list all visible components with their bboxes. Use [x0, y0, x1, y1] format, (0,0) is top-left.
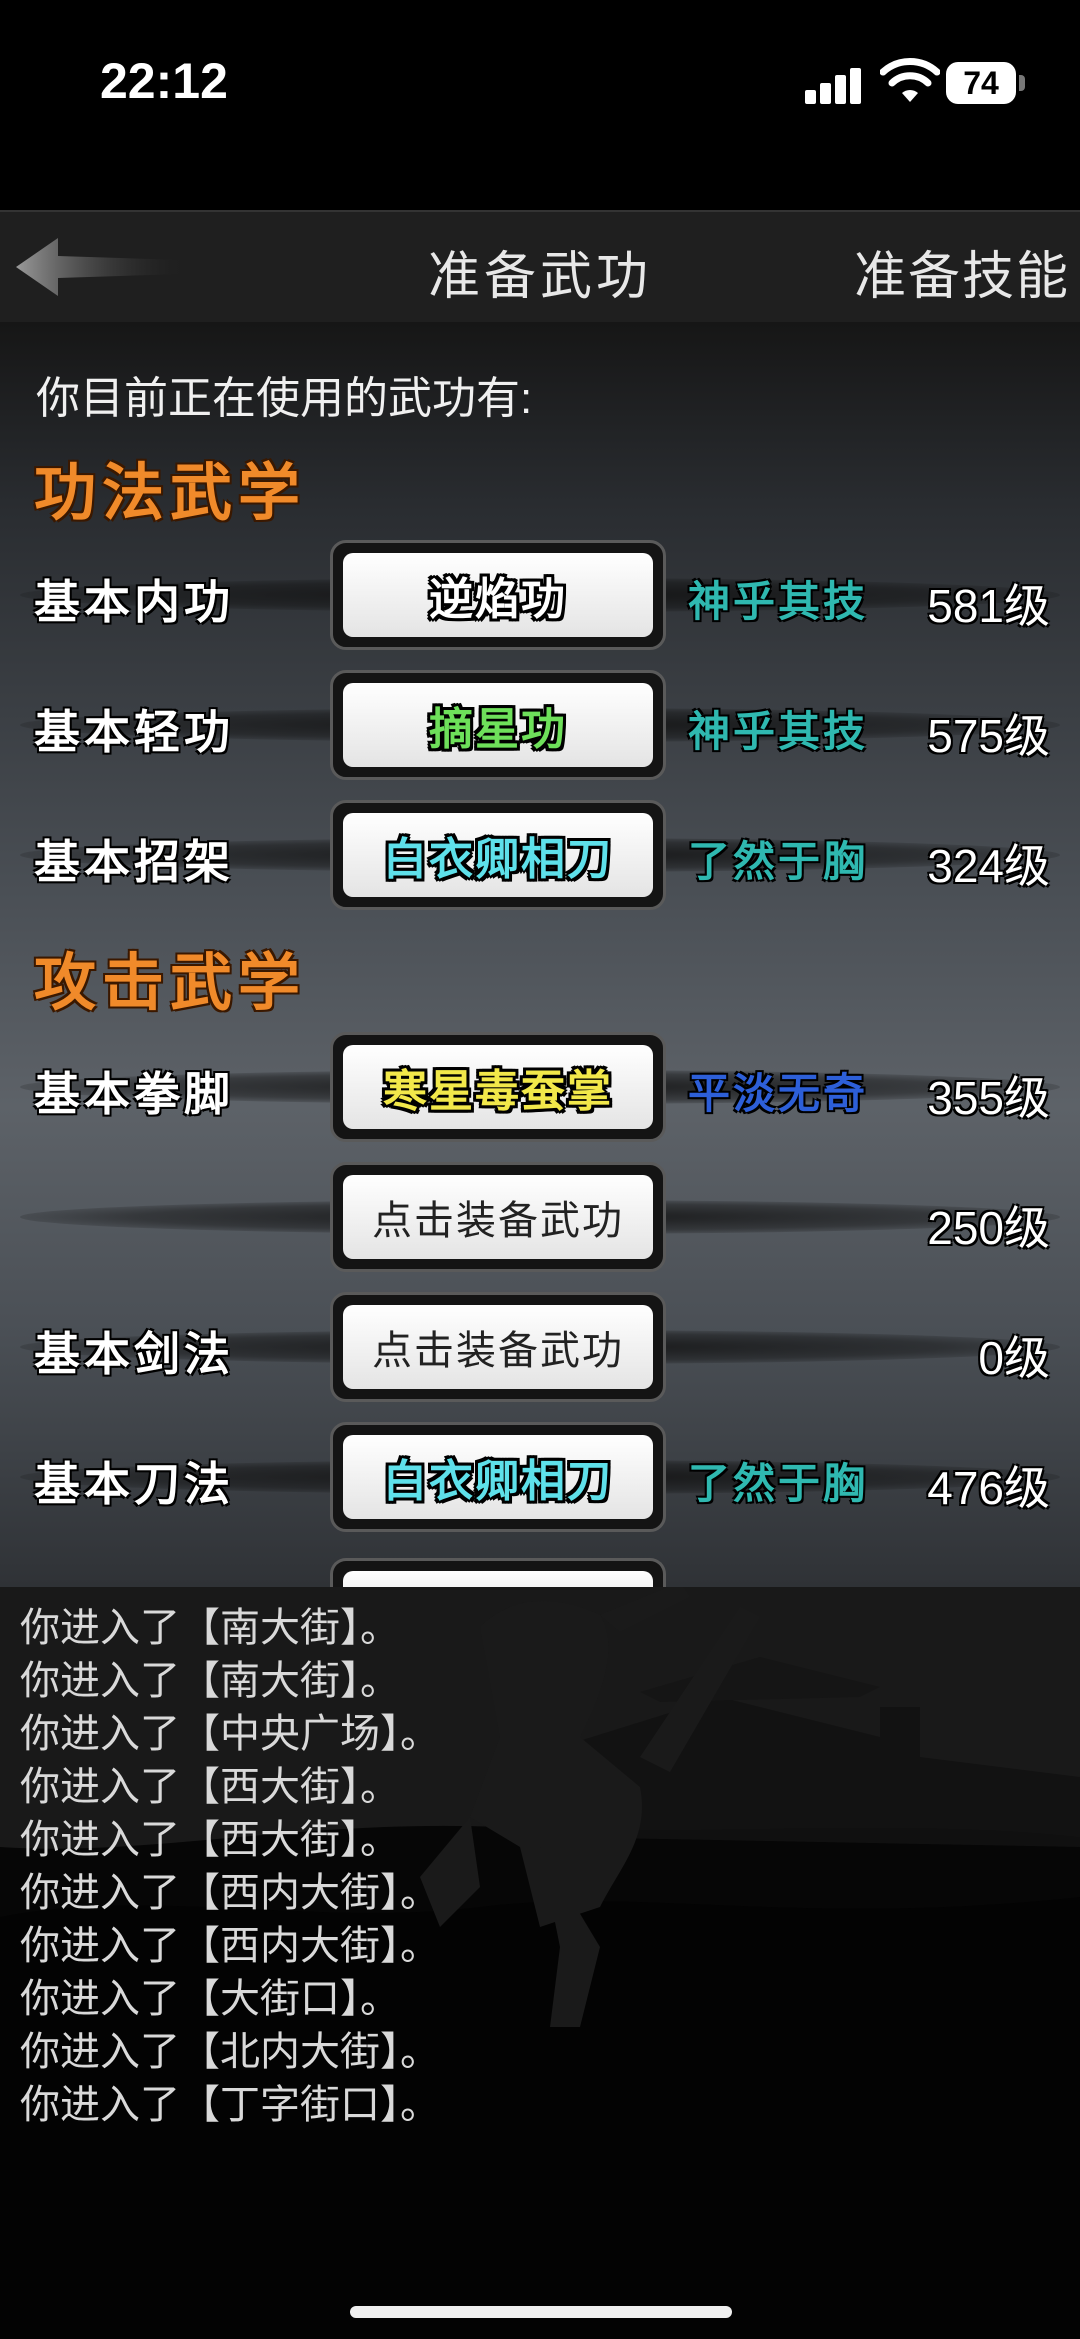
skill-button[interactable]: 白衣卿相刀: [330, 800, 666, 910]
battery-icon: 74: [946, 62, 1016, 104]
equipped-martial-arts-panel: 你目前正在使用的武功有: 功法武学 基本内功 逆焰功 神乎其技 581级 基本轻…: [0, 322, 1080, 1587]
skill-level: 250级: [927, 1202, 1050, 1254]
wifi-icon: [880, 58, 940, 102]
log-entry: 你进入了【中央广场】。: [20, 1712, 440, 1756]
section-title-attack: 攻击武学: [34, 946, 307, 1019]
log-entry: 你进入了【西大街】。: [20, 1818, 400, 1862]
slot-label: 基本剑法: [34, 1327, 234, 1381]
skill-button[interactable]: 逆焰功: [330, 540, 666, 650]
log-entry: 你进入了【西内大街】。: [20, 1871, 440, 1915]
log-entry: 你进入了【北内大街】。: [20, 2030, 440, 2074]
skill-rank: 神乎其技: [688, 577, 869, 626]
partial-skill-button[interactable]: [330, 1558, 666, 1587]
skill-level: 581级: [927, 580, 1050, 632]
log-entry: 你进入了【南大街】。: [20, 1606, 400, 1650]
skill-name: 白衣卿相刀: [383, 1456, 613, 1507]
skill-level: 476级: [927, 1462, 1050, 1514]
skill-level: 0级: [978, 1332, 1050, 1384]
slot-row: 点击装备武功 250级: [0, 1162, 1080, 1272]
section-title-internal: 功法武学: [34, 456, 307, 529]
slot-row: 基本剑法 点击装备武功 0级: [0, 1292, 1080, 1402]
skill-name: 逆焰功: [429, 574, 567, 625]
slot-label: 基本刀法: [34, 1457, 234, 1511]
battery-level: 74: [963, 65, 999, 101]
skill-name: 摘星功: [429, 704, 567, 755]
skill-button[interactable]: 白衣卿相刀: [330, 1422, 666, 1532]
skill-rank: 神乎其技: [688, 707, 869, 756]
battery-tip: [1019, 75, 1025, 91]
skill-name: 白衣卿相刀: [383, 834, 613, 885]
skill-level: 324级: [927, 840, 1050, 892]
status-bar: 22:12 74: [0, 0, 1080, 170]
skill-rank: 了然于胸: [688, 837, 869, 886]
slot-row: 基本刀法 白衣卿相刀 了然于胸 476级: [0, 1422, 1080, 1532]
skill-level: 575级: [927, 710, 1050, 762]
skill-name: 寒星毒蚕掌: [383, 1066, 613, 1117]
slot-row: 基本招架 白衣卿相刀 了然于胸 324级: [0, 800, 1080, 910]
log-entry: 你进入了【西大街】。: [20, 1765, 400, 1809]
message-log[interactable]: 你进入了【南大街】。 你进入了【南大街】。 你进入了【中央广场】。 你进入了【西…: [0, 1587, 1080, 2339]
slot-row: 基本拳脚 寒星毒蚕掌 平淡无奇 355级: [0, 1032, 1080, 1142]
log-entry: 你进入了【大街口】。: [20, 1977, 400, 2021]
skill-rank: 了然于胸: [688, 1459, 869, 1508]
skill-button[interactable]: 寒星毒蚕掌: [330, 1032, 666, 1142]
status-time: 22:12: [100, 53, 228, 109]
home-indicator[interactable]: [350, 2306, 732, 2318]
slot-label: 基本轻功: [34, 705, 234, 759]
slot-row: 基本轻功 摘星功 神乎其技 575级: [0, 670, 1080, 780]
cellular-signal-icon: [805, 64, 865, 104]
slot-label: 基本内功: [34, 575, 234, 629]
equip-skill-label: 点击装备武功: [372, 1328, 624, 1374]
slot-label: 基本招架: [34, 835, 234, 889]
prepare-skills-button[interactable]: 准备技能: [854, 234, 1070, 309]
header-bar: 准备武功 准备技能: [0, 210, 1080, 324]
slot-row: 基本内功 逆焰功 神乎其技 581级: [0, 540, 1080, 650]
equip-skill-button[interactable]: 点击装备武功: [330, 1162, 666, 1272]
equip-skill-label: 点击装备武功: [372, 1198, 624, 1244]
log-entry: 你进入了【西内大街】。: [20, 1924, 440, 1968]
equip-skill-button[interactable]: 点击装备武功: [330, 1292, 666, 1402]
intro-text: 你目前正在使用的武功有:: [36, 374, 533, 423]
log-entry: 你进入了【丁字街口】。: [20, 2083, 440, 2127]
skill-level: 355级: [927, 1072, 1050, 1124]
log-entry: 你进入了【南大街】。: [20, 1659, 400, 1703]
skill-rank: 平淡无奇: [688, 1069, 869, 1118]
skill-button[interactable]: 摘星功: [330, 670, 666, 780]
slot-label: 基本拳脚: [34, 1067, 234, 1121]
